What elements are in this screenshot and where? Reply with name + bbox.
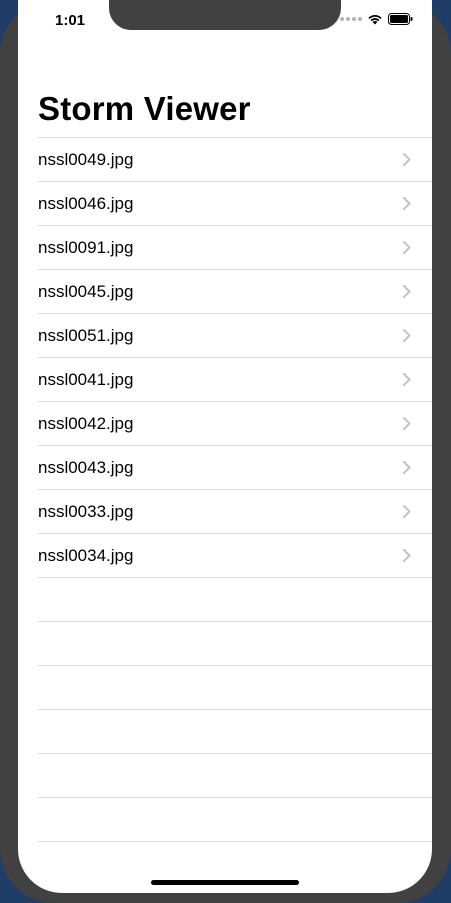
status-icons: [340, 13, 413, 25]
chevron-right-icon: [403, 197, 411, 210]
battery-icon: [388, 13, 413, 25]
chevron-right-icon: [403, 285, 411, 298]
list-item[interactable]: nssl0091.jpg: [38, 225, 432, 269]
empty-row: [38, 797, 432, 841]
list-item-label: nssl0033.jpg: [38, 502, 134, 521]
list-item-label: nssl0043.jpg: [38, 458, 134, 477]
list-item-label: nssl0034.jpg: [38, 546, 134, 565]
empty-row: [38, 577, 432, 621]
image-list: nssl0049.jpg nssl0046.jpg nssl0091.jpg n…: [38, 137, 432, 885]
list-item[interactable]: nssl0049.jpg: [38, 137, 432, 181]
list-item[interactable]: nssl0046.jpg: [38, 181, 432, 225]
chevron-right-icon: [403, 549, 411, 562]
empty-row: [38, 621, 432, 665]
list-item[interactable]: nssl0045.jpg: [38, 269, 432, 313]
list-item[interactable]: nssl0043.jpg: [38, 445, 432, 489]
page-title: Storm Viewer: [38, 90, 251, 127]
status-time: 1:01: [55, 12, 86, 29]
list-item[interactable]: nssl0041.jpg: [38, 357, 432, 401]
list-item[interactable]: nssl0034.jpg: [38, 533, 432, 577]
empty-row: [38, 709, 432, 753]
list-item-label: nssl0091.jpg: [38, 238, 134, 257]
list-item-label: nssl0046.jpg: [38, 194, 134, 213]
list-item[interactable]: nssl0051.jpg: [38, 313, 432, 357]
list-item-label: nssl0051.jpg: [38, 326, 134, 345]
chevron-right-icon: [403, 329, 411, 342]
home-indicator[interactable]: [151, 880, 299, 885]
empty-row: [38, 841, 432, 885]
chevron-right-icon: [403, 241, 411, 254]
list-item-label: nssl0041.jpg: [38, 370, 134, 389]
chevron-right-icon: [403, 417, 411, 430]
list-item-label: nssl0049.jpg: [38, 150, 134, 169]
device-notch: [109, 0, 341, 30]
list-item[interactable]: nssl0042.jpg: [38, 401, 432, 445]
empty-row: [38, 665, 432, 709]
signal-dots-icon: [340, 17, 362, 21]
list-item[interactable]: nssl0033.jpg: [38, 489, 432, 533]
list-item-label: nssl0045.jpg: [38, 282, 134, 301]
chevron-right-icon: [403, 461, 411, 474]
chevron-right-icon: [403, 153, 411, 166]
chevron-right-icon: [403, 505, 411, 518]
list-item-label: nssl0042.jpg: [38, 414, 134, 433]
empty-row: [38, 753, 432, 797]
chevron-right-icon: [403, 373, 411, 386]
wifi-icon: [367, 13, 383, 25]
